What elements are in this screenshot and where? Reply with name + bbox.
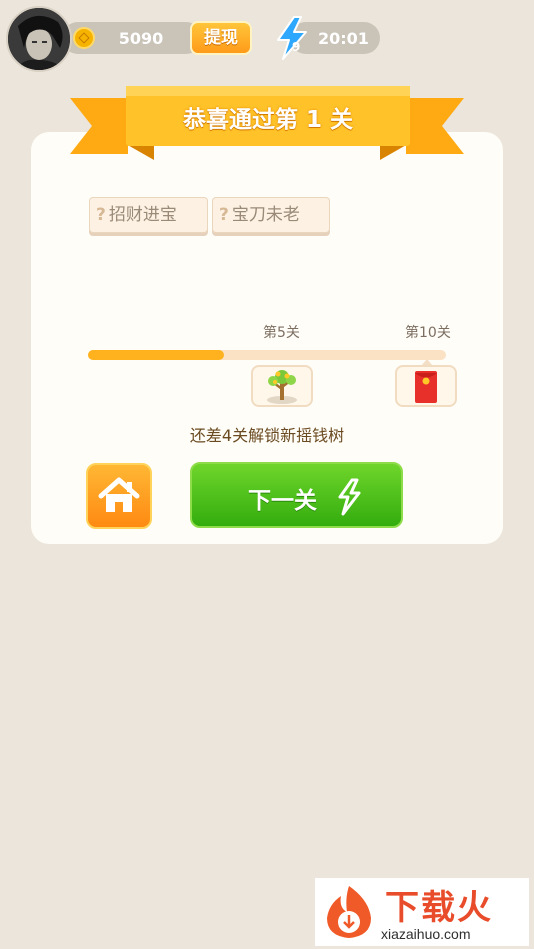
next-level-label: 下一关	[248, 488, 317, 514]
question-mark-icon: ?	[96, 205, 106, 225]
level-progress-fill	[88, 350, 225, 360]
avatar[interactable]	[6, 6, 72, 72]
energy-timer: 20:01	[318, 29, 369, 48]
coin-icon	[73, 27, 95, 49]
watermark: 下载火 xiazaihuo.com	[315, 878, 529, 946]
lightning-icon	[338, 478, 361, 516]
answer-text: 招财进宝	[108, 205, 177, 225]
home-icon	[98, 477, 140, 512]
money-tree-icon	[267, 370, 297, 404]
energy-count: 9	[292, 40, 301, 54]
level-complete-title: 恭喜通过第 1 关	[182, 107, 354, 133]
fire-logo	[327, 886, 371, 938]
coin-balance: 5090	[118, 29, 164, 48]
milestone-label: 第10关	[405, 325, 451, 341]
watermark-url: xiazaihuo.com	[381, 926, 471, 942]
red-envelope-icon	[415, 371, 437, 403]
watermark-title: 下载火	[385, 888, 493, 928]
home-button[interactable]	[86, 463, 152, 529]
avatar-portrait	[8, 8, 70, 70]
question-mark-icon: ?	[219, 205, 229, 225]
unlock-hint: 还差4关解锁新摇钱树	[189, 426, 345, 445]
level-progress-bar	[88, 350, 446, 360]
milestone-label: 第5关	[263, 325, 300, 341]
answer-chip: ? 宝刀未老	[212, 197, 330, 233]
withdraw-button[interactable]: 提现	[190, 21, 252, 55]
money-tree-reward[interactable]	[251, 365, 313, 407]
next-level-button[interactable]: 下一关	[190, 462, 403, 528]
answer-text: 宝刀未老	[231, 205, 300, 225]
answer-chip: ? 招财进宝	[89, 197, 208, 233]
red-envelope-reward[interactable]	[395, 365, 457, 407]
